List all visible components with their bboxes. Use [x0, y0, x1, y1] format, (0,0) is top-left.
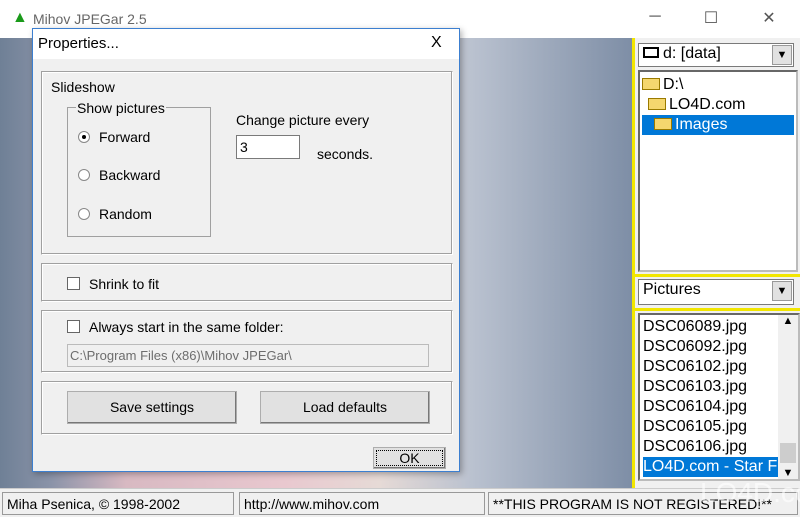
file-list[interactable]: DSC06089.jpg DSC06092.jpg DSC06102.jpg D… — [638, 313, 800, 481]
shrink-checkbox[interactable]: Shrink to fit — [67, 276, 159, 292]
file-item[interactable]: DSC06103.jpg — [643, 377, 798, 397]
file-item-selected[interactable]: LO4D.com - Star F — [643, 457, 781, 477]
minimize-button[interactable]: ─ — [640, 8, 670, 30]
change-every-label: Change picture every — [236, 112, 370, 128]
buttons-group: Save settings Load defaults — [41, 381, 453, 435]
load-defaults-button[interactable]: Load defaults — [260, 391, 430, 424]
scroll-up-icon[interactable]: ▲ — [778, 315, 798, 327]
slideshow-group: Slideshow Show pictures Forward Backward… — [41, 71, 453, 255]
radio-icon — [78, 208, 90, 220]
chevron-down-icon[interactable]: ▼ — [772, 45, 792, 65]
dialog-close-button[interactable]: X — [431, 34, 442, 52]
dialog-title: Properties... — [38, 35, 119, 52]
file-item[interactable]: DSC06104.jpg — [643, 397, 798, 417]
interval-input[interactable] — [236, 135, 300, 159]
radio-forward[interactable]: Forward — [78, 129, 150, 145]
file-item[interactable]: DSC06089.jpg — [643, 317, 798, 337]
folder-item[interactable]: LO4D.com — [642, 95, 794, 115]
file-item[interactable]: DSC06105.jpg — [643, 417, 798, 437]
lo4d-watermark: LO4D.com — [700, 477, 800, 508]
file-item[interactable]: DSC06092.jpg — [643, 337, 798, 357]
filter-select[interactable]: Pictures ▼ — [638, 279, 794, 305]
drive-value: d: [data] — [663, 45, 721, 62]
yellow-divider — [635, 274, 800, 277]
folder-group: Always start in the same folder: — [41, 310, 453, 373]
folder-open-icon — [648, 98, 666, 110]
close-button[interactable]: ✕ — [754, 8, 784, 30]
app-tree-icon: ▲ — [12, 9, 28, 26]
folder-open-icon — [642, 78, 660, 90]
file-item[interactable]: DSC06102.jpg — [643, 357, 798, 377]
shrink-group: Shrink to fit — [41, 263, 453, 302]
dialog-title-bar: Properties... X — [33, 29, 459, 59]
ok-button[interactable]: OK — [373, 447, 446, 469]
maximize-button[interactable]: ☐ — [696, 8, 726, 30]
show-pictures-group: Show pictures Forward Backward Random — [67, 100, 211, 237]
scrollbar[interactable]: ▲ ▼ — [778, 315, 798, 479]
slideshow-label: Slideshow — [51, 79, 115, 95]
status-author: Miha Psenica, © 1998-2002 — [2, 492, 234, 515]
properties-dialog: Properties... X Slideshow Show pictures … — [32, 28, 460, 472]
scroll-thumb[interactable] — [780, 443, 796, 463]
status-url: http://www.mihov.com — [239, 492, 485, 515]
show-pictures-label: Show pictures — [76, 100, 166, 116]
drive-select[interactable]: d: [data] ▼ — [638, 43, 794, 67]
status-bar: Miha Psenica, © 1998-2002 http://www.mih… — [0, 477, 800, 517]
folder-tree[interactable]: D:\ LO4D.com Images — [638, 70, 798, 272]
seconds-label: seconds. — [317, 146, 374, 162]
checkbox-icon — [67, 320, 80, 333]
checkbox-icon — [67, 277, 80, 290]
app-title: Mihov JPEGar 2.5 — [33, 11, 147, 27]
save-settings-button[interactable]: Save settings — [67, 391, 237, 424]
folder-path-input[interactable] — [67, 344, 429, 367]
file-item[interactable]: DSC06106.jpg — [643, 437, 798, 457]
filter-value: Pictures — [643, 281, 701, 298]
drive-icon — [643, 47, 659, 58]
radio-random[interactable]: Random — [78, 206, 152, 222]
folder-item[interactable]: D:\ — [642, 75, 794, 95]
browser-panel: d: [data] ▼ D:\ LO4D.com Images Pictures… — [632, 38, 800, 488]
radio-backward[interactable]: Backward — [78, 167, 160, 183]
folder-item-selected[interactable]: Images — [642, 115, 794, 135]
same-folder-checkbox[interactable]: Always start in the same folder: — [67, 319, 284, 335]
yellow-divider — [635, 308, 800, 311]
chevron-down-icon[interactable]: ▼ — [772, 281, 792, 301]
radio-icon — [78, 169, 90, 181]
folder-open-icon — [654, 118, 672, 130]
radio-icon-checked — [78, 131, 90, 143]
